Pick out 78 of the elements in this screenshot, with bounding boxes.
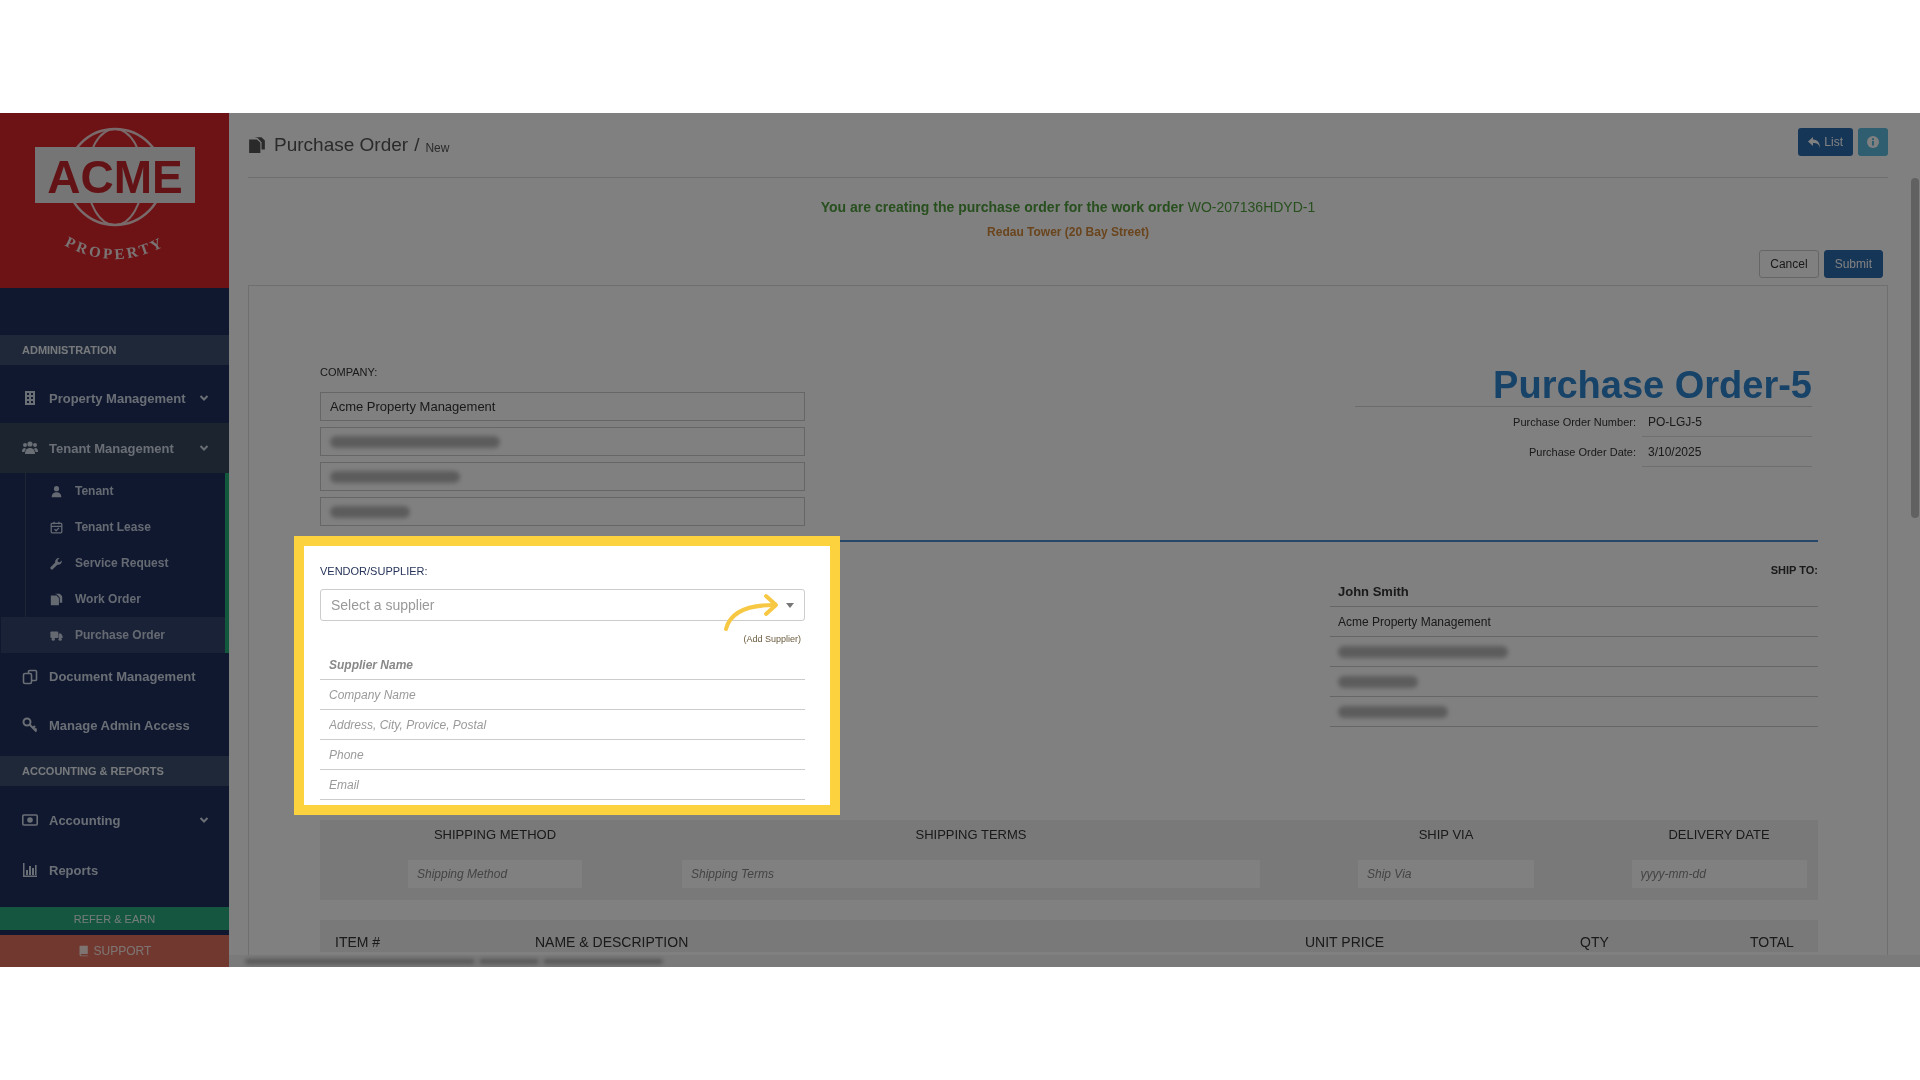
sidebar-item[interactable]: Reports	[0, 845, 229, 895]
page-title: Purchase Order	[274, 134, 409, 156]
supplier-select[interactable]: Select a supplier	[320, 589, 805, 621]
section-header: ACCOUNTING & REPORTS	[0, 756, 229, 786]
building-icon	[22, 390, 38, 406]
bar-chart-icon	[22, 862, 38, 878]
blurred-text	[479, 958, 539, 964]
column-header: NAME & DESCRIPTION	[534, 933, 690, 952]
field-label: VENDOR/SUPPLIER:	[320, 564, 429, 578]
field-label: COMPANY:	[320, 365, 379, 379]
logo-tagline: PROPERTY	[62, 233, 167, 262]
company-field[interactable]	[320, 497, 805, 526]
cancel-button[interactable]: Cancel	[1759, 250, 1819, 278]
reply-arrow-icon	[1808, 136, 1821, 148]
truck-icon	[50, 628, 63, 642]
sidebar-item[interactable]: Document Management	[0, 653, 229, 700]
supplier-field[interactable]: Email	[320, 770, 805, 800]
scrollbar[interactable]	[1911, 178, 1919, 518]
sidebar-subitem[interactable]: Tenant Lease	[26, 509, 229, 545]
column-header: SHIP VIA	[1417, 826, 1475, 842]
column-header: SHIPPING TERMS	[914, 826, 1028, 842]
column-header: ITEM #	[334, 933, 382, 952]
notice-text: You are creating the purchase order for the work order WO-207136HDYD-1	[819, 198, 1317, 216]
list-button[interactable]: List	[1798, 128, 1853, 156]
detail-value: PO-LGJ-5	[1642, 407, 1812, 437]
sidebar-item[interactable]: Accounting	[0, 795, 229, 845]
supplier-field[interactable]: Address, City, Provice, Postal	[320, 710, 805, 740]
key-icon	[22, 717, 38, 733]
company-field[interactable]	[320, 427, 805, 456]
column-header: TOTAL	[1749, 933, 1795, 952]
info-button[interactable]	[1858, 128, 1888, 156]
support-button[interactable]: SUPPORT	[0, 935, 229, 967]
wrench-icon	[50, 556, 63, 570]
users-icon	[22, 440, 38, 456]
column-header: UNIT PRICE	[1304, 933, 1386, 952]
supplier-field[interactable]: Phone	[320, 740, 805, 770]
info-icon	[1867, 136, 1879, 148]
caret-icon	[786, 602, 794, 608]
sidebar-subitem[interactable]: Service Request	[26, 545, 229, 581]
sidebar-item[interactable]: Tenant Management	[0, 423, 229, 473]
documents-icon	[22, 668, 38, 685]
calendar-check-icon	[50, 520, 63, 534]
supplier-field[interactable]: Supplier Name	[320, 650, 805, 680]
submit-button[interactable]: Submit	[1823, 250, 1883, 278]
banknote-icon	[22, 812, 38, 828]
sidebar-subitem[interactable]: Work Order	[26, 581, 229, 617]
documents-icon	[248, 136, 266, 154]
column-header: QTY	[1579, 933, 1610, 952]
add-supplier-link[interactable]: (Add Supplier)	[743, 634, 801, 644]
breadcrumb-separator: /	[414, 134, 420, 156]
page-subtitle: New	[425, 141, 450, 155]
company-field[interactable]	[320, 462, 805, 491]
detail-label: Purchase Order Date:	[1528, 446, 1637, 458]
section-header: ADMINISTRATION	[0, 335, 229, 365]
location-text: Redau Tower (20 Bay Street)	[987, 224, 1149, 240]
refer-button[interactable]: REFER & EARN	[0, 907, 229, 930]
sidebar-item[interactable]: Manage Admin Access	[0, 700, 229, 750]
documents-icon	[50, 592, 63, 606]
supplier-field[interactable]: Company Name	[320, 680, 805, 710]
detail-label: Purchase Order Number:	[1512, 416, 1637, 428]
shipping-field[interactable]: yyyy-mm-dd	[1631, 860, 1807, 888]
shipping-field[interactable]: Ship Via	[1358, 860, 1534, 888]
column-header: DELIVERY DATE	[1667, 826, 1771, 842]
sidebar-item[interactable]: Property Management	[0, 373, 229, 423]
column-header: SHIPPING METHOD	[432, 826, 558, 842]
ship-to-text: Acme Property Management	[1338, 614, 1491, 629]
book-icon	[77, 945, 90, 957]
shipping-field[interactable]: Shipping Method	[408, 860, 582, 888]
shipping-field[interactable]: Shipping Terms	[682, 860, 1260, 888]
user-icon	[50, 484, 63, 498]
sidebar-subitem[interactable]: Purchase Order	[1, 617, 225, 653]
company-field[interactable]: Acme Property Management	[320, 392, 805, 421]
document-title: Purchase Order-5	[1355, 365, 1812, 407]
contact-name: John Smith	[1338, 584, 1409, 599]
sidebar-subitem[interactable]: Tenant	[26, 473, 229, 509]
logo-wordmark: ACME	[46, 150, 183, 203]
field-label: SHIP TO:	[1769, 563, 1818, 577]
detail-value: 3/10/2025	[1642, 437, 1812, 467]
